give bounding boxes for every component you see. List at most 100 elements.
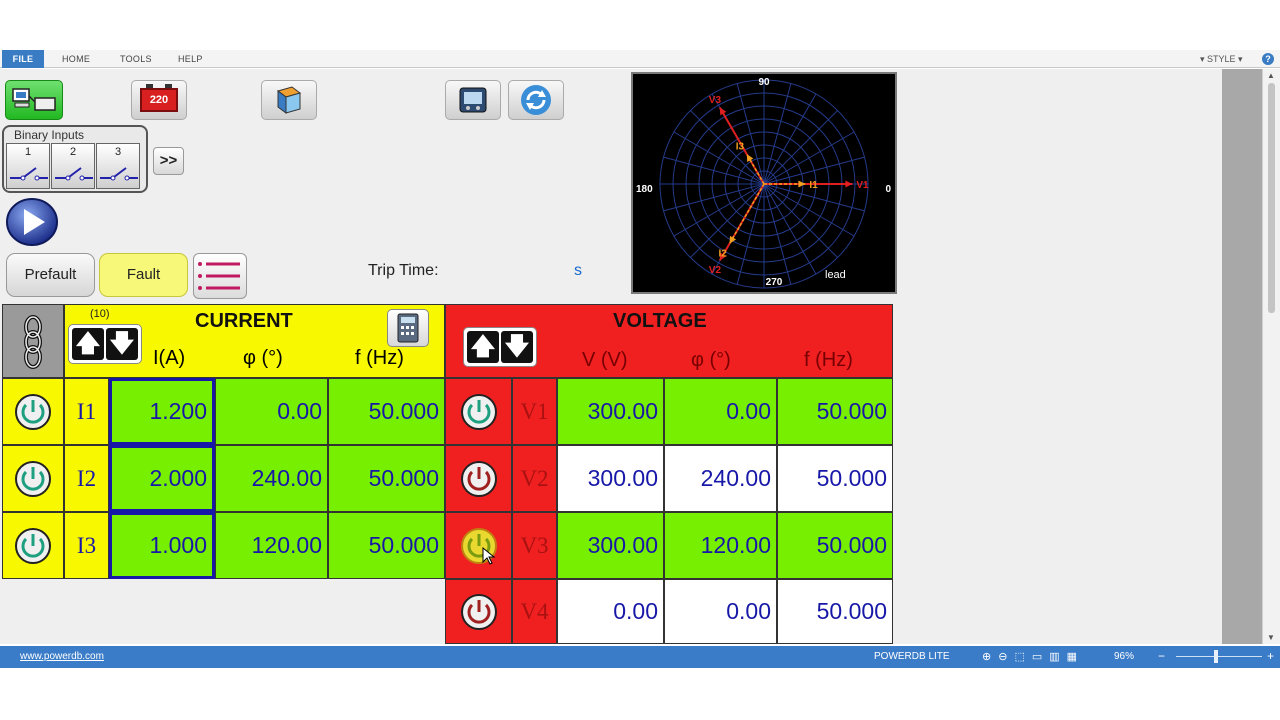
current-step-up-button[interactable]: 🡅: [72, 328, 104, 360]
v4-phase[interactable]: 0.00: [664, 579, 777, 644]
axis-label-180: 180: [636, 184, 653, 195]
v4-power-toggle[interactable]: [445, 579, 512, 644]
v1-frequency[interactable]: 50.000: [777, 378, 893, 445]
voltage-header: VOLTAGE 🡅 🡇 V (V) φ (°) f (Hz): [445, 304, 893, 378]
v4-frequency[interactable]: 50.000: [777, 579, 893, 644]
i1-phase[interactable]: 0.00: [215, 378, 328, 445]
zoom-slider-thumb[interactable]: [1214, 650, 1218, 663]
calculator-button[interactable]: [387, 309, 429, 347]
link-channels-button[interactable]: [2, 304, 64, 378]
zoom-slider[interactable]: [1176, 656, 1262, 657]
i2-frequency[interactable]: 50.000: [328, 445, 445, 512]
two-page-icon[interactable]: ▥: [1049, 650, 1059, 663]
menu-file[interactable]: FILE: [2, 50, 44, 68]
current-step-down-button[interactable]: 🡇: [106, 328, 138, 360]
menu-tools[interactable]: TOOLS: [120, 50, 152, 68]
phasor-diagram: V1 V2 V3 I1 I2 I3 90 180 0 270 lead: [631, 72, 897, 294]
prefault-button[interactable]: Prefault: [6, 253, 95, 297]
more-inputs-button[interactable]: >>: [153, 147, 184, 175]
v3-power-toggle[interactable]: [445, 512, 512, 579]
phasor-plot: V1 V2 V3 I1 I2 I3 90 180 0 270 lead: [636, 77, 891, 289]
v1-power-toggle[interactable]: [445, 378, 512, 445]
switch-icon: [10, 167, 48, 181]
instrument-button[interactable]: [445, 80, 501, 120]
zoom-plus-button[interactable]: +: [1267, 649, 1274, 663]
sequence-list-button[interactable]: [193, 253, 247, 299]
output-table: CURRENT (10) 🡅 🡇 I(A) φ (°) f (Hz) VOLTA…: [0, 303, 894, 644]
menu-bar: FILE HOME TOOLS HELP ▾ STYLE ▾ ?: [0, 50, 1280, 68]
i2-phase[interactable]: 240.00: [215, 445, 328, 512]
i1-power-toggle[interactable]: [2, 378, 64, 445]
scroll-down-icon[interactable]: ▼: [1267, 633, 1275, 642]
battery-button[interactable]: 220: [131, 80, 187, 120]
voltage-step-down-button[interactable]: 🡇: [501, 331, 533, 363]
connect-button[interactable]: [5, 80, 63, 120]
status-bar: www.powerdb.com POWERDB LITE ⊕ ⊖ ⬚ ▭ ▥ ▦…: [0, 646, 1280, 668]
style-label: STYLE: [1207, 54, 1236, 64]
v3-frequency[interactable]: 50.000: [777, 512, 893, 579]
voltage-step-up-button[interactable]: 🡅: [467, 331, 499, 363]
v1-magnitude[interactable]: 300.00: [557, 378, 664, 445]
menu-help[interactable]: HELP: [178, 50, 203, 68]
grid-spoke: [763, 183, 838, 258]
vertical-scrollbar[interactable]: ▲ ▼: [1262, 69, 1280, 644]
power-icon: [460, 527, 497, 565]
website-link[interactable]: www.powerdb.com: [20, 651, 104, 662]
v4-magnitude[interactable]: 0.00: [557, 579, 664, 644]
side-panel: [1222, 69, 1262, 644]
menu-home[interactable]: HOME: [62, 50, 90, 68]
i1-magnitude[interactable]: 1.200: [109, 378, 215, 445]
i3-magnitude[interactable]: 1.000: [109, 512, 215, 579]
phasor-label: V3: [709, 95, 722, 106]
v2-frequency[interactable]: 50.000: [777, 445, 893, 512]
play-button[interactable]: [5, 197, 59, 247]
zoom-minus-button[interactable]: −: [1158, 649, 1165, 663]
i2-label: I2: [64, 445, 109, 512]
binary-input-2[interactable]: 2: [51, 143, 95, 189]
binary-input-3[interactable]: 3: [96, 143, 140, 189]
phasor-label: V2: [709, 265, 722, 276]
voltage-step-arrows: 🡅 🡇: [463, 327, 537, 367]
scroll-thumb[interactable]: [1268, 83, 1275, 313]
voltage-magnitude-header: V (V): [582, 349, 628, 371]
v2-phase[interactable]: 240.00: [664, 445, 777, 512]
voltage-title: VOLTAGE: [613, 310, 707, 332]
v3-phase[interactable]: 120.00: [664, 512, 777, 579]
refresh-button[interactable]: [508, 80, 564, 120]
library-button[interactable]: [261, 80, 317, 120]
i2-power-toggle[interactable]: [2, 445, 64, 512]
i3-phase[interactable]: 120.00: [215, 512, 328, 579]
power-icon: [460, 460, 497, 497]
book-icon: [276, 86, 302, 114]
v2-magnitude[interactable]: 300.00: [557, 445, 664, 512]
i3-power-toggle[interactable]: [2, 512, 64, 579]
axis-label-0: 0: [885, 184, 891, 195]
v1-phase[interactable]: 0.00: [664, 378, 777, 445]
trip-time-unit: s: [574, 262, 582, 279]
style-menu[interactable]: ▾ STYLE ▾: [1200, 50, 1243, 68]
grid-spoke: [763, 183, 855, 237]
help-icon[interactable]: ?: [1262, 53, 1274, 65]
grid-spoke: [763, 93, 817, 185]
zoom-in-icon[interactable]: ⊕: [982, 650, 991, 663]
v4-label: V4: [512, 579, 557, 644]
zoom-out-icon[interactable]: ⊖: [998, 650, 1007, 663]
fit-page-icon[interactable]: ⬚: [1014, 650, 1024, 663]
fault-button[interactable]: Fault: [99, 253, 188, 297]
v3-magnitude[interactable]: 300.00: [557, 512, 664, 579]
i1-label: I1: [64, 378, 109, 445]
switch-icon: [100, 167, 138, 181]
power-icon: [460, 593, 497, 630]
i2-magnitude[interactable]: 2.000: [109, 445, 215, 512]
scroll-up-icon[interactable]: ▲: [1267, 71, 1275, 80]
grid-view-icon[interactable]: ▦: [1067, 650, 1077, 663]
single-page-icon[interactable]: ▭: [1032, 650, 1042, 663]
i1-frequency[interactable]: 50.000: [328, 378, 445, 445]
i3-frequency[interactable]: 50.000: [328, 512, 445, 579]
current-magnitude-header: I(A): [153, 347, 186, 369]
v2-power-toggle[interactable]: [445, 445, 512, 512]
power-icon: [15, 527, 51, 564]
axis-label-90: 90: [758, 77, 770, 88]
binary-input-1[interactable]: 1: [6, 143, 50, 189]
grid-spoke: [763, 131, 855, 185]
